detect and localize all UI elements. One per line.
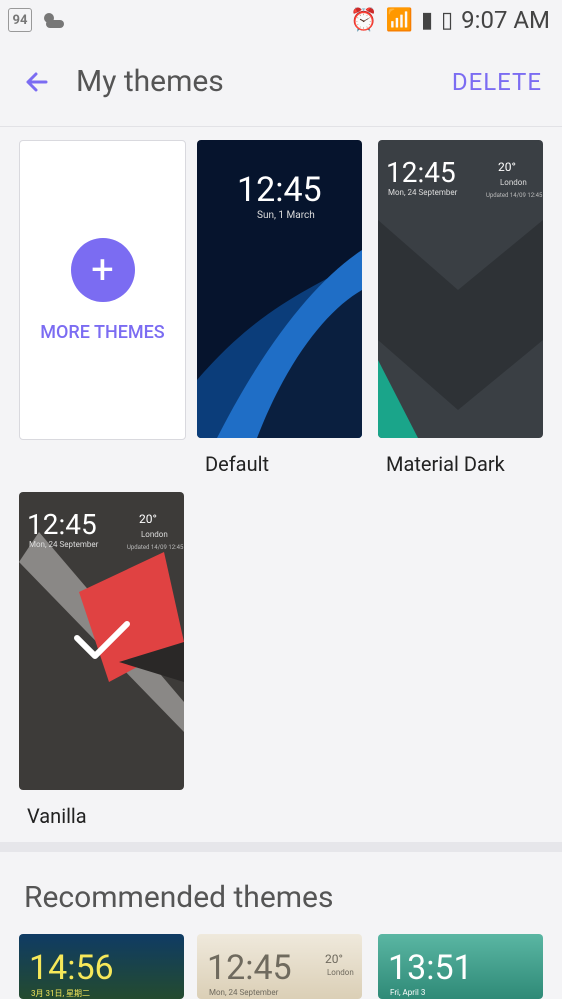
recommended-themes-title: Recommended themes bbox=[24, 880, 334, 915]
more-themes-label: MORE THEMES bbox=[40, 321, 165, 343]
status-bar: 94 ⏰ 📶 ▮ ▯ 9:07 AM bbox=[0, 0, 562, 40]
recommended-theme-2-temp: 20° bbox=[325, 952, 343, 966]
material-city: London bbox=[500, 178, 527, 187]
material-date: Mon, 24 September bbox=[388, 188, 458, 197]
battery-icon: ▯ bbox=[441, 7, 454, 33]
clock: 9:07 AM bbox=[461, 6, 550, 34]
signal-icon: ▮ bbox=[420, 7, 434, 33]
app-bar: My themes DELETE bbox=[0, 40, 562, 127]
vanilla-updated: Updated 14/09 12:45 bbox=[127, 544, 184, 551]
theme-name-default: Default bbox=[205, 452, 269, 476]
recommended-theme-1[interactable]: 14:56 3月 31日, 星期二 bbox=[19, 934, 184, 999]
default-date: Sun, 1 March bbox=[257, 210, 315, 221]
plus-icon: + bbox=[70, 237, 135, 302]
selected-check-icon bbox=[71, 610, 131, 670]
vanilla-time: 12:45 bbox=[27, 508, 97, 541]
recommended-theme-2[interactable]: 12:45 Mon, 24 September 20° London bbox=[197, 934, 362, 999]
recommended-theme-2-city: London bbox=[327, 968, 354, 977]
recommended-theme-3-time: 13:51 bbox=[388, 948, 473, 988]
section-divider bbox=[0, 842, 562, 852]
notification-badge: 94 bbox=[8, 8, 32, 32]
material-updated: Updated 14/09 12:45 bbox=[486, 192, 543, 199]
recommended-theme-3[interactable]: 13:51 Fri, April 3 bbox=[378, 934, 543, 999]
recommended-theme-2-date: Mon, 24 September bbox=[209, 988, 279, 997]
theme-material-dark-tile[interactable]: 12:45 Mon, 24 September 20° London Updat… bbox=[378, 140, 543, 438]
wifi-icon: 📶 bbox=[385, 7, 413, 33]
delete-button[interactable]: DELETE bbox=[452, 68, 542, 96]
theme-name-material-dark: Material Dark bbox=[386, 452, 505, 476]
vanilla-city: London bbox=[141, 530, 168, 539]
theme-name-vanilla: Vanilla bbox=[27, 804, 87, 828]
vanilla-date: Mon, 24 September bbox=[29, 540, 99, 549]
alarm-icon: ⏰ bbox=[350, 7, 378, 33]
page-title: My themes bbox=[76, 64, 224, 99]
recommended-theme-3-date: Fri, April 3 bbox=[390, 988, 426, 997]
recommended-theme-2-time: 12:45 bbox=[207, 948, 292, 988]
material-time: 12:45 bbox=[386, 156, 456, 189]
back-arrow-icon[interactable] bbox=[20, 64, 56, 100]
theme-default-tile[interactable]: 12:45 Sun, 1 March bbox=[197, 140, 362, 438]
default-time: 12:45 bbox=[237, 170, 322, 210]
material-temp: 20° bbox=[498, 160, 516, 174]
recommended-theme-1-date: 3月 31日, 星期二 bbox=[31, 989, 91, 998]
recommended-theme-1-time: 14:56 bbox=[29, 948, 114, 988]
theme-vanilla-tile[interactable]: 12:45 Mon, 24 September 20° London Updat… bbox=[19, 492, 184, 790]
more-themes-tile[interactable]: + MORE THEMES bbox=[19, 140, 186, 440]
cloud-sun-icon bbox=[40, 10, 66, 30]
vanilla-temp: 20° bbox=[139, 512, 157, 526]
